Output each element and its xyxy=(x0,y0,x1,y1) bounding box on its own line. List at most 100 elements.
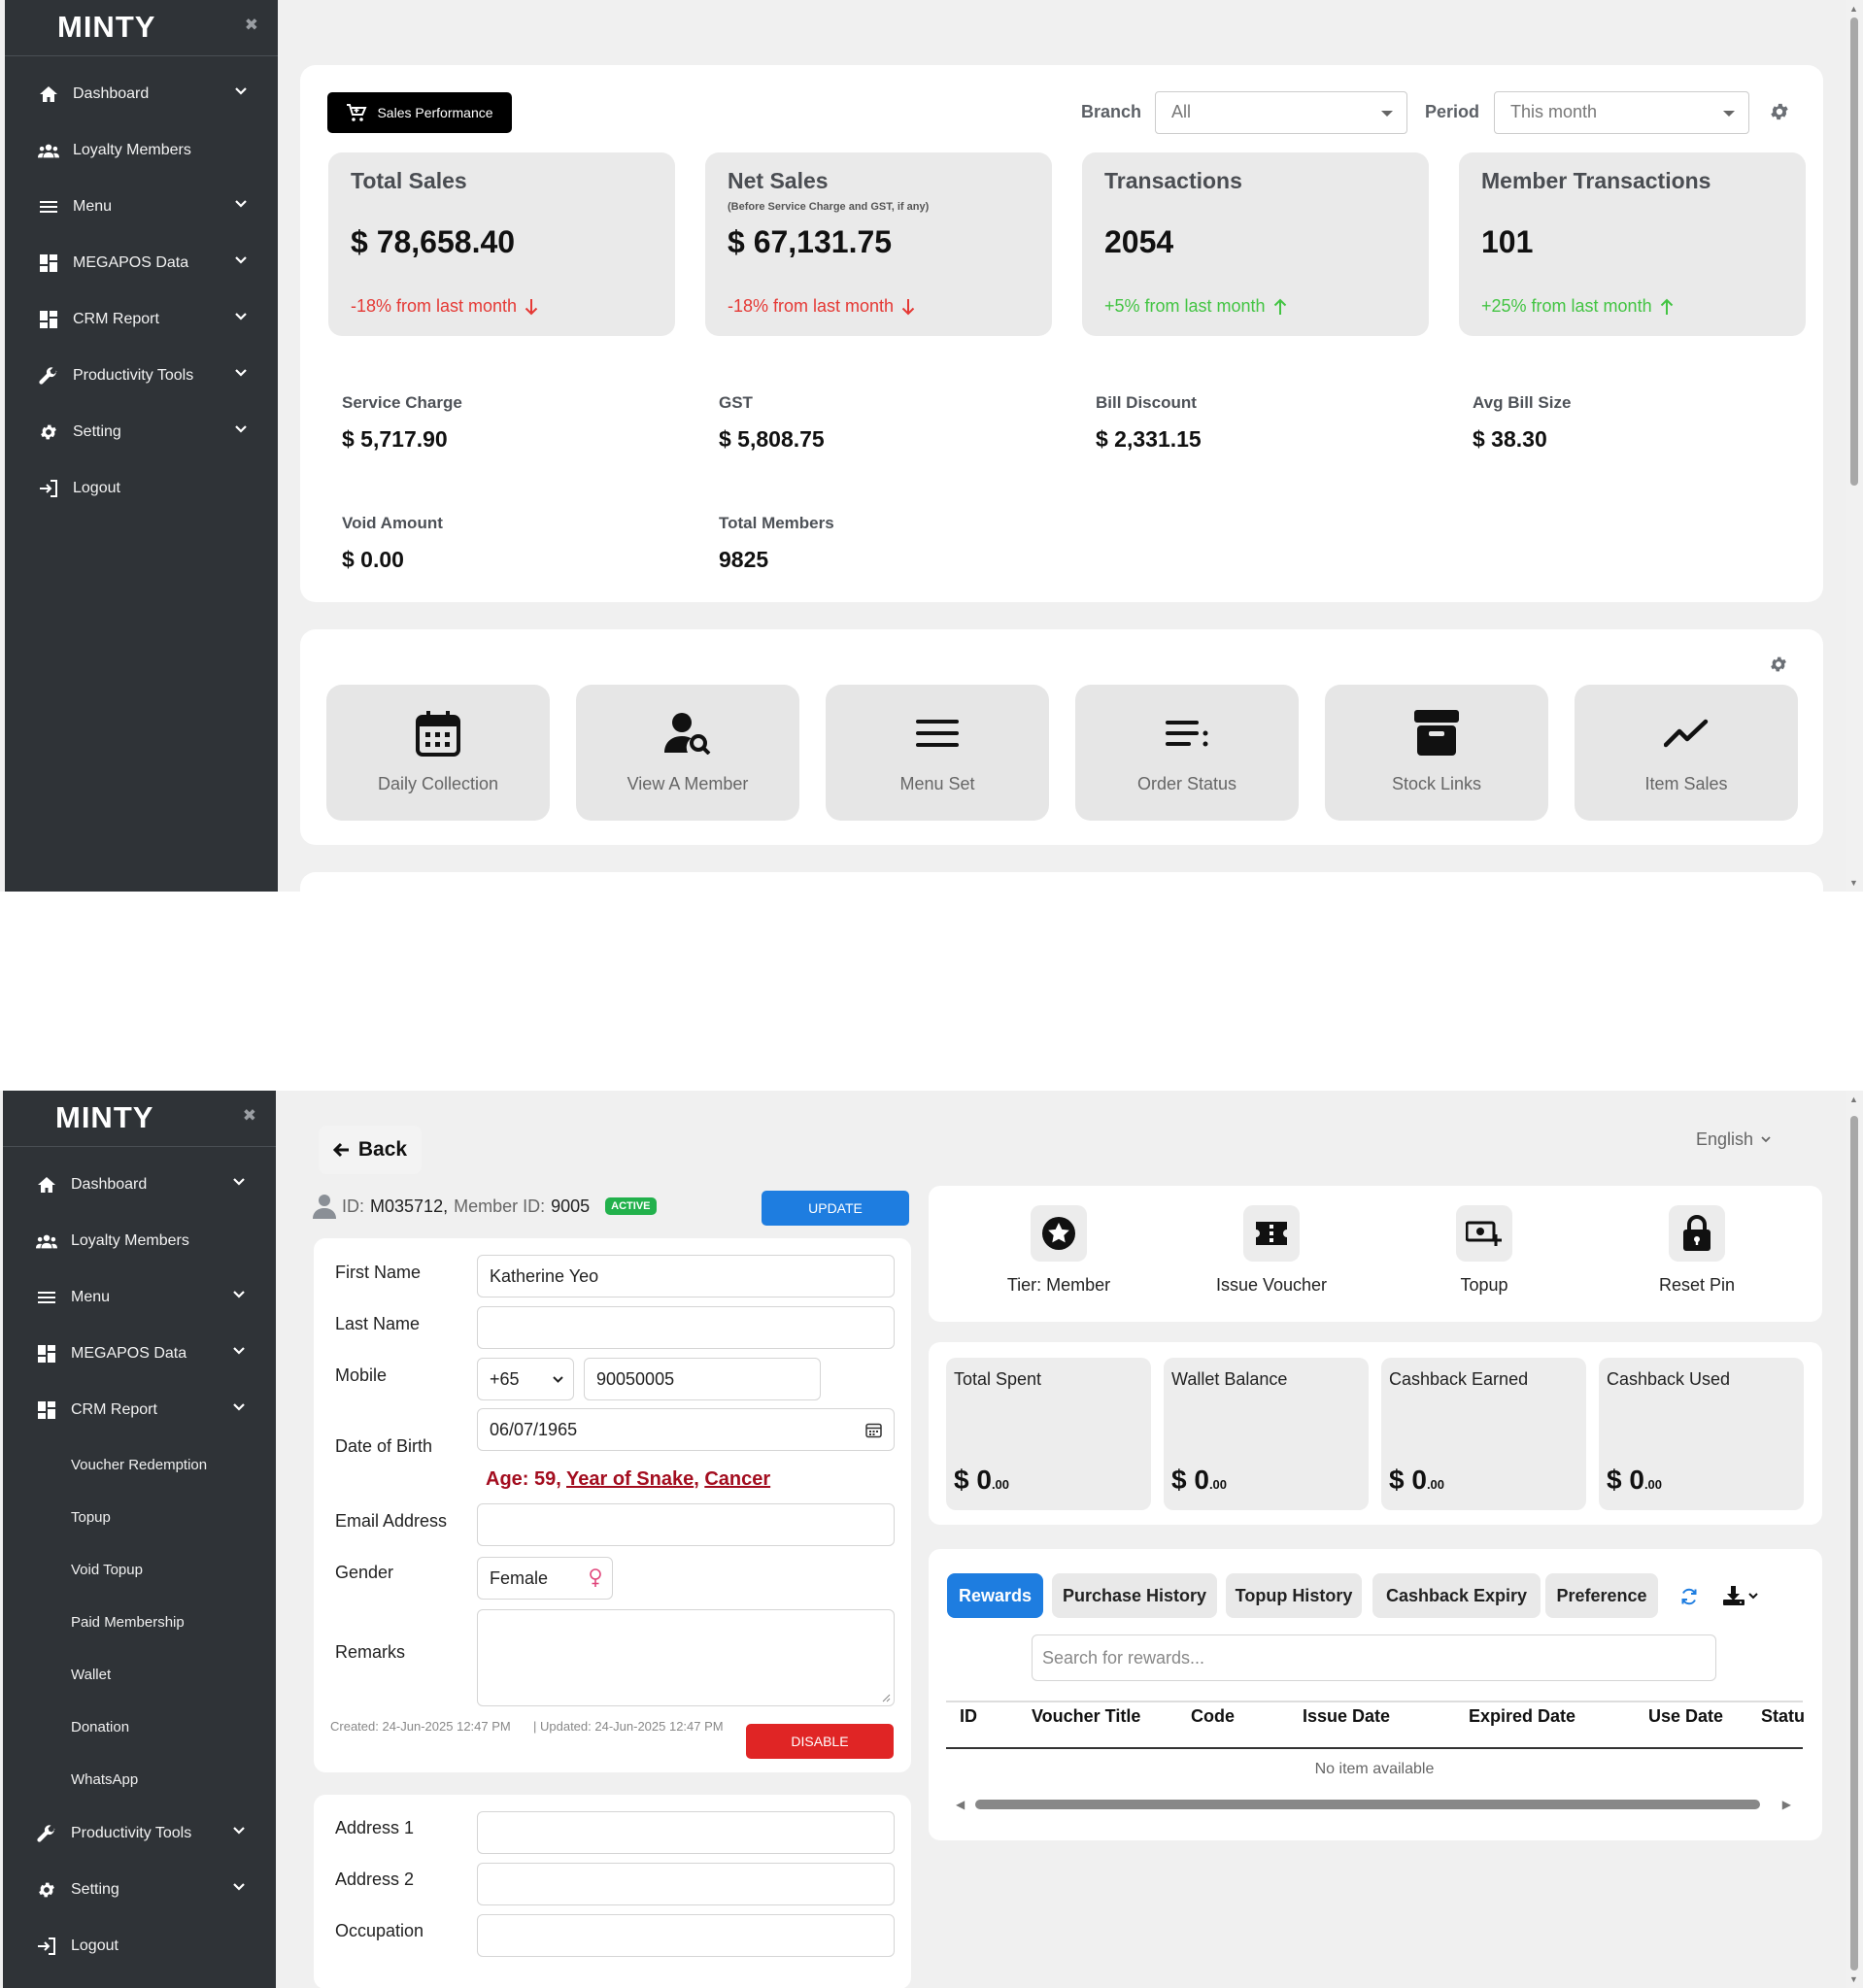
resize-handle-icon[interactable] xyxy=(882,1694,891,1702)
kpi-value: 2054 xyxy=(1104,224,1174,259)
first-name-input[interactable]: Katherine Yeo xyxy=(477,1255,895,1297)
address2-input[interactable] xyxy=(477,1863,895,1905)
tab-cashback-expiry[interactable]: Cashback Expiry xyxy=(1372,1573,1541,1618)
settings-gear-icon[interactable] xyxy=(1769,101,1790,122)
chevron-down-icon xyxy=(233,1883,245,1891)
sidebar-subitem-void-topup[interactable]: Void Topup xyxy=(3,1543,276,1596)
dob-label: Date of Birth xyxy=(335,1436,433,1456)
next-card xyxy=(300,872,1823,892)
scroll-down-icon[interactable]: ▼ xyxy=(1849,878,1858,888)
sidebar-item-productivity-tools[interactable]: Productivity Tools xyxy=(5,348,278,404)
sidebar-item-megapos-data[interactable]: MEGAPOS Data xyxy=(3,1326,276,1382)
column-id[interactable]: ID xyxy=(960,1706,977,1727)
sidebar-subitem-paid-membership[interactable]: Paid Membership xyxy=(3,1596,276,1648)
calendar-icon[interactable] xyxy=(865,1422,882,1438)
sidebar-item-crm-report[interactable]: CRM Report xyxy=(3,1382,276,1438)
page-scrollbar[interactable]: ▲ ▼ xyxy=(1846,0,1863,892)
sidebar-item-setting[interactable]: Setting xyxy=(3,1862,276,1918)
period-select[interactable]: This month xyxy=(1494,91,1749,134)
scroll-thumb[interactable] xyxy=(1850,1116,1858,1971)
settings-gear-icon[interactable] xyxy=(1769,655,1788,674)
kpi-card-net-sales: Net Sales (Before Service Charge and GST… xyxy=(705,152,1052,336)
remarks-textarea[interactable] xyxy=(477,1609,895,1706)
table-scroll-thumb[interactable] xyxy=(975,1800,1760,1809)
tile-daily-collection[interactable]: Daily Collection xyxy=(326,685,550,821)
action-reset-pin[interactable]: Reset Pin xyxy=(1609,1205,1784,1296)
kpi-card-total-sales: Total Sales $ 78,658.40 -18% from last m… xyxy=(328,152,675,336)
mobile-input[interactable]: 90050005 xyxy=(584,1358,821,1400)
branch-select[interactable]: All xyxy=(1155,91,1407,134)
dashboard-grid-icon xyxy=(40,254,57,272)
gender-label: Gender xyxy=(335,1563,394,1582)
sidebar-item-menu[interactable]: Menu xyxy=(3,1269,276,1326)
sidebar-item-megapos-data[interactable]: MEGAPOS Data xyxy=(5,235,278,291)
zodiac-year-link[interactable]: Year of Snake xyxy=(566,1468,694,1490)
sidebar-item-logout[interactable]: Logout xyxy=(5,460,278,517)
close-sidebar-icon[interactable]: ✖ xyxy=(245,16,258,35)
zodiac-sign-link[interactable]: Cancer xyxy=(704,1468,770,1490)
brand-logo: MINTY xyxy=(55,1100,154,1134)
tile-menu-set[interactable]: Menu Set xyxy=(826,685,1049,821)
column-statu[interactable]: Statu xyxy=(1761,1706,1805,1727)
sidebar-item-dashboard[interactable]: Dashboard xyxy=(3,1157,276,1213)
sidebar-item-menu[interactable]: Menu xyxy=(5,179,278,235)
chevron-down-icon xyxy=(235,256,247,264)
sidebar-subitem-wallet[interactable]: Wallet xyxy=(3,1648,276,1701)
address1-input[interactable] xyxy=(477,1811,895,1854)
action-issue-voucher[interactable]: Issue Voucher xyxy=(1184,1205,1359,1296)
column-use-date[interactable]: Use Date xyxy=(1648,1706,1723,1727)
tab-purchase-history[interactable]: Purchase History xyxy=(1052,1573,1217,1618)
tab-preference[interactable]: Preference xyxy=(1545,1573,1658,1618)
language-select[interactable]: English xyxy=(1696,1129,1771,1150)
back-button[interactable]: Back xyxy=(319,1126,422,1174)
dob-input[interactable]: 06/07/1965 xyxy=(477,1408,895,1451)
sidebar-subitem-topup[interactable]: Topup xyxy=(3,1491,276,1543)
tab-rewards[interactable]: Rewards xyxy=(947,1573,1043,1618)
occupation-input[interactable] xyxy=(477,1914,895,1957)
tile-stock-links[interactable]: Stock Links xyxy=(1325,685,1548,821)
column-issue-date[interactable]: Issue Date xyxy=(1303,1706,1390,1727)
tile-view-a-member[interactable]: View A Member xyxy=(576,685,799,821)
sidebar-subitem-donation[interactable]: Donation xyxy=(3,1701,276,1753)
column-expired-date[interactable]: Expired Date xyxy=(1469,1706,1575,1727)
refresh-icon[interactable] xyxy=(1679,1587,1699,1606)
scroll-down-icon[interactable]: ▼ xyxy=(1849,1974,1858,1984)
member-detail-screen: MINTY ✖ Dashboard Loyalty Members Menu M… xyxy=(0,1091,1863,1988)
sidebar-item-crm-report[interactable]: CRM Report xyxy=(5,291,278,348)
sidebar-item-setting[interactable]: Setting xyxy=(5,404,278,460)
tab-topup-history[interactable]: Topup History xyxy=(1226,1573,1362,1618)
scroll-up-icon[interactable]: ▲ xyxy=(1849,1095,1858,1104)
sidebar-subitem-voucher-redemption[interactable]: Voucher Redemption xyxy=(3,1438,276,1491)
scroll-thumb[interactable] xyxy=(1850,17,1858,486)
scroll-left-icon[interactable]: ◀ xyxy=(956,1798,965,1811)
disable-button[interactable]: DISABLE xyxy=(746,1724,894,1759)
action-tier-member[interactable]: Tier: Member xyxy=(971,1205,1146,1296)
sidebar-item-logout[interactable]: Logout xyxy=(3,1918,276,1974)
table-horizontal-scrollbar[interactable]: ◀ ▶ xyxy=(956,1798,1791,1811)
column-code[interactable]: Code xyxy=(1191,1706,1235,1727)
sidebar-item-loyalty-members[interactable]: Loyalty Members xyxy=(3,1213,276,1269)
table-top-border xyxy=(946,1701,1803,1702)
close-sidebar-icon[interactable]: ✖ xyxy=(243,1106,256,1126)
wallet-total-spent: Total Spent $ 0.00 xyxy=(946,1358,1151,1510)
rewards-search-input[interactable]: Search for rewards... xyxy=(1032,1634,1716,1681)
gender-select[interactable]: Female xyxy=(477,1557,613,1600)
update-button[interactable]: UPDATE xyxy=(762,1191,909,1226)
page-scrollbar[interactable]: ▲ ▼ xyxy=(1846,1091,1863,1988)
caret-down-icon xyxy=(1723,111,1735,117)
tile-order-status[interactable]: Order Status xyxy=(1075,685,1299,821)
email-input[interactable] xyxy=(477,1503,895,1546)
sidebar-item-dashboard[interactable]: Dashboard xyxy=(5,66,278,122)
sales-performance-button[interactable]: Sales Performance xyxy=(327,92,512,133)
last-name-input[interactable] xyxy=(477,1306,895,1349)
scroll-up-icon[interactable]: ▲ xyxy=(1849,4,1858,14)
sidebar-item-productivity-tools[interactable]: Productivity Tools xyxy=(3,1805,276,1862)
download-menu[interactable] xyxy=(1722,1585,1758,1606)
tile-item-sales[interactable]: Item Sales xyxy=(1575,685,1798,821)
sidebar-item-loyalty-members[interactable]: Loyalty Members xyxy=(5,122,278,179)
country-code-select[interactable]: +65 xyxy=(477,1358,574,1400)
column-voucher-title[interactable]: Voucher Title xyxy=(1032,1706,1140,1727)
action-topup[interactable]: Topup xyxy=(1397,1205,1572,1296)
scroll-right-icon[interactable]: ▶ xyxy=(1782,1798,1791,1811)
sidebar-subitem-whatsapp[interactable]: WhatsApp xyxy=(3,1753,276,1805)
